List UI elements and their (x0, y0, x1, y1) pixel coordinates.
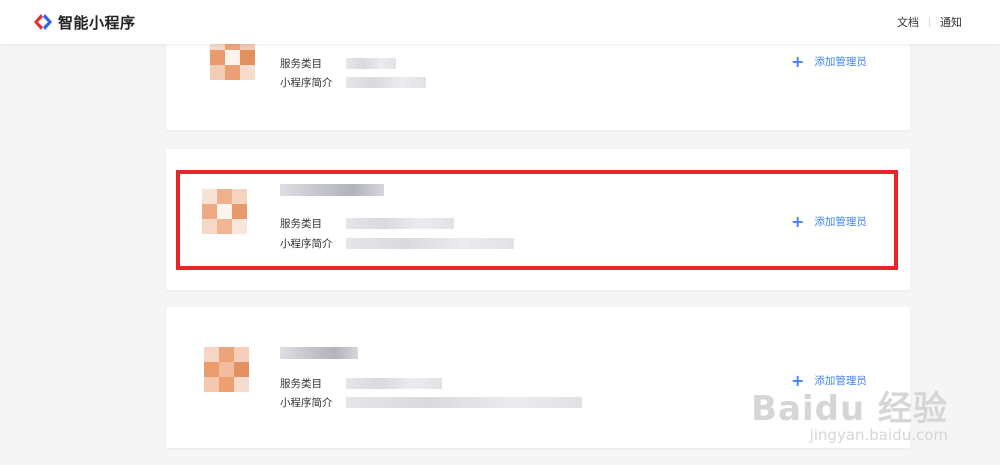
notifications-link[interactable]: 通知 (940, 14, 962, 30)
brand[interactable]: 智能小程序 (32, 11, 136, 33)
service-category-value-blurred (346, 58, 396, 69)
add-admin-button[interactable]: + 添加管理员 (791, 51, 867, 71)
top-links: 文档 通知 (897, 14, 962, 30)
service-category-value-blurred (346, 218, 454, 229)
service-category-row: 服务类目 (280, 376, 442, 391)
service-category-label: 服务类目 (280, 58, 322, 70)
service-category-value-blurred (346, 378, 442, 389)
add-admin-label: 添加管理员 (814, 216, 867, 228)
intro-label: 小程序简介 (280, 77, 333, 89)
service-category-label: 服务类目 (280, 378, 322, 390)
intro-row: 小程序简介 (280, 395, 582, 410)
add-admin-button[interactable]: + 添加管理员 (791, 370, 867, 390)
intro-row: 小程序简介 (280, 75, 426, 90)
plus-icon: + (791, 211, 805, 231)
app-name-blurred (280, 184, 384, 196)
intro-label: 小程序简介 (280, 238, 333, 250)
mini-program-card-2: 服务类目 小程序简介 + 添加管理员 (166, 149, 910, 290)
intro-value-blurred (346, 238, 514, 249)
smart-program-logo-icon (34, 14, 52, 30)
intro-row: 小程序简介 (280, 236, 514, 251)
intro-value-blurred (346, 397, 582, 408)
app-name-blurred (280, 347, 358, 359)
app-avatar[interactable] (210, 35, 270, 95)
top-navigation-bar: 智能小程序 文档 通知 (0, 0, 1000, 44)
add-admin-label: 添加管理员 (814, 56, 867, 68)
service-category-row: 服务类目 (280, 216, 454, 231)
mini-program-card-1: 服务类目 小程序简介 + 添加管理员 (166, 30, 910, 130)
service-category-label: 服务类目 (280, 218, 322, 230)
intro-label: 小程序简介 (280, 397, 333, 409)
add-admin-label: 添加管理员 (814, 375, 867, 387)
add-admin-button[interactable]: + 添加管理员 (791, 211, 867, 231)
app-avatar[interactable] (204, 347, 264, 407)
plus-icon: + (791, 51, 805, 71)
baidu-jingyan-watermark-icon: Baidu 经验 jingyan.baidu.com (751, 389, 948, 444)
intro-value-blurred (346, 77, 426, 88)
app-avatar[interactable] (202, 189, 262, 249)
service-category-row: 服务类目 (280, 56, 396, 71)
plus-icon: + (791, 370, 805, 390)
docs-link[interactable]: 文档 (897, 14, 919, 30)
brand-title: 智能小程序 (58, 13, 136, 32)
link-divider (929, 17, 930, 27)
